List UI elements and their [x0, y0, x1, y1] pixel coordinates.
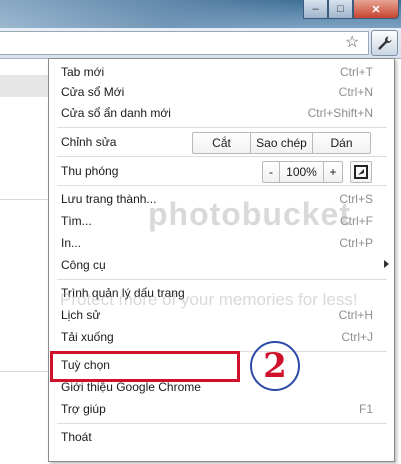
menu-item-find[interactable]: Tìm... Ctrl+F [49, 211, 394, 231]
menu-item-history[interactable]: Lịch sử Ctrl+H [49, 305, 394, 325]
menu-item-shortcut: Ctrl+N [338, 85, 373, 99]
menu-row-zoom: Thu phóng - 100% + [49, 161, 394, 183]
menu-item-shortcut: Ctrl+Shift+N [307, 106, 373, 120]
menu-row-edit: Chỉnh sửa Cắt Sao chép Dán [49, 132, 394, 154]
menu-item-label: Cửa sổ Mới [61, 85, 125, 99]
zoom-out-button[interactable]: - [263, 162, 280, 182]
menu-item-help[interactable]: Trợ giúp F1 [49, 399, 394, 419]
minimize-button[interactable]: – [303, 0, 328, 19]
window-titlebar: – □ ✕ [0, 0, 401, 28]
cut-button[interactable]: Cắt [193, 133, 251, 153]
menu-item-shortcut: Ctrl+S [339, 192, 373, 206]
window-controls: – □ ✕ [303, 0, 399, 19]
menu-item-shortcut: Ctrl+F [340, 214, 373, 228]
menu-item-label: Tab mới [61, 65, 105, 79]
menu-item-shortcut: Ctrl+P [339, 236, 373, 250]
fullscreen-icon [354, 165, 368, 179]
menu-separator [57, 423, 387, 424]
menu-separator [57, 156, 387, 157]
menu-item-bookmark-manager[interactable]: Trình quản lý dấu trang [49, 283, 394, 303]
page-left-bar [0, 75, 48, 97]
chrome-wrench-menu: Tab mới Ctrl+T Cửa sổ Mới Ctrl+N Cửa sổ … [48, 58, 395, 462]
menu-item-label: In... [61, 236, 82, 250]
menu-item-label: Thu phóng [61, 164, 119, 178]
edit-button-group: Cắt Sao chép Dán [192, 132, 371, 154]
menu-item-label: Trợ giúp [61, 402, 106, 416]
options-highlight-box [50, 351, 240, 382]
page-divider [0, 371, 48, 372]
close-button[interactable]: ✕ [353, 0, 399, 19]
zoom-level: 100% [280, 162, 324, 182]
menu-item-shortcut: Ctrl+T [340, 65, 373, 79]
menu-item-label: Cửa sổ ẩn danh mới [61, 106, 171, 120]
menu-item-label: Trình quản lý dấu trang [61, 286, 185, 300]
wrench-icon [377, 36, 391, 50]
browser-toolbar: ☆ [0, 28, 401, 59]
menu-item-label: Lưu trang thành... [61, 192, 157, 206]
menu-item-new-tab[interactable]: Tab mới Ctrl+T [49, 62, 394, 82]
menu-item-label: Lịch sử [61, 308, 101, 322]
menu-item-label: Giới thiệu Google Chrome [61, 380, 201, 394]
menu-item-shortcut: Ctrl+J [341, 330, 373, 344]
menu-separator [57, 185, 387, 186]
menu-item-downloads[interactable]: Tải xuống Ctrl+J [49, 327, 394, 347]
page-divider [0, 199, 48, 200]
menu-separator [57, 127, 387, 128]
menu-separator [57, 279, 387, 280]
menu-item-shortcut: Ctrl+H [338, 308, 373, 322]
wrench-menu-button[interactable] [371, 30, 398, 56]
menu-item-incognito[interactable]: Cửa sổ ẩn danh mới Ctrl+Shift+N [49, 103, 394, 123]
menu-item-save-page[interactable]: Lưu trang thành... Ctrl+S [49, 189, 394, 209]
menu-item-new-window[interactable]: Cửa sổ Mới Ctrl+N [49, 82, 394, 102]
address-bar[interactable] [0, 31, 369, 55]
menu-item-label: Công cụ [61, 258, 106, 272]
menu-item-tools[interactable]: Công cụ [49, 255, 394, 275]
menu-item-shortcut: F1 [358, 402, 373, 416]
menu-item-exit[interactable]: Thoát [49, 427, 394, 447]
menu-item-print[interactable]: In... Ctrl+P [49, 233, 394, 253]
menu-item-label: Tìm... [61, 214, 92, 228]
star-icon[interactable]: ☆ [345, 32, 359, 52]
paste-button[interactable]: Dán [313, 133, 370, 153]
zoom-in-button[interactable]: + [324, 162, 342, 182]
submenu-arrow-icon [384, 260, 389, 268]
maximize-button[interactable]: □ [328, 0, 353, 19]
desktop-background [0, 0, 300, 28]
menu-item-label: Thoát [61, 430, 92, 444]
fullscreen-button[interactable] [350, 161, 372, 183]
menu-item-label: Chỉnh sửa [61, 135, 117, 149]
zoom-controls: - 100% + [262, 161, 343, 183]
menu-item-label: Tải xuống [61, 330, 114, 344]
step-number-badge: 2 [250, 341, 300, 391]
copy-button[interactable]: Sao chép [251, 133, 313, 153]
